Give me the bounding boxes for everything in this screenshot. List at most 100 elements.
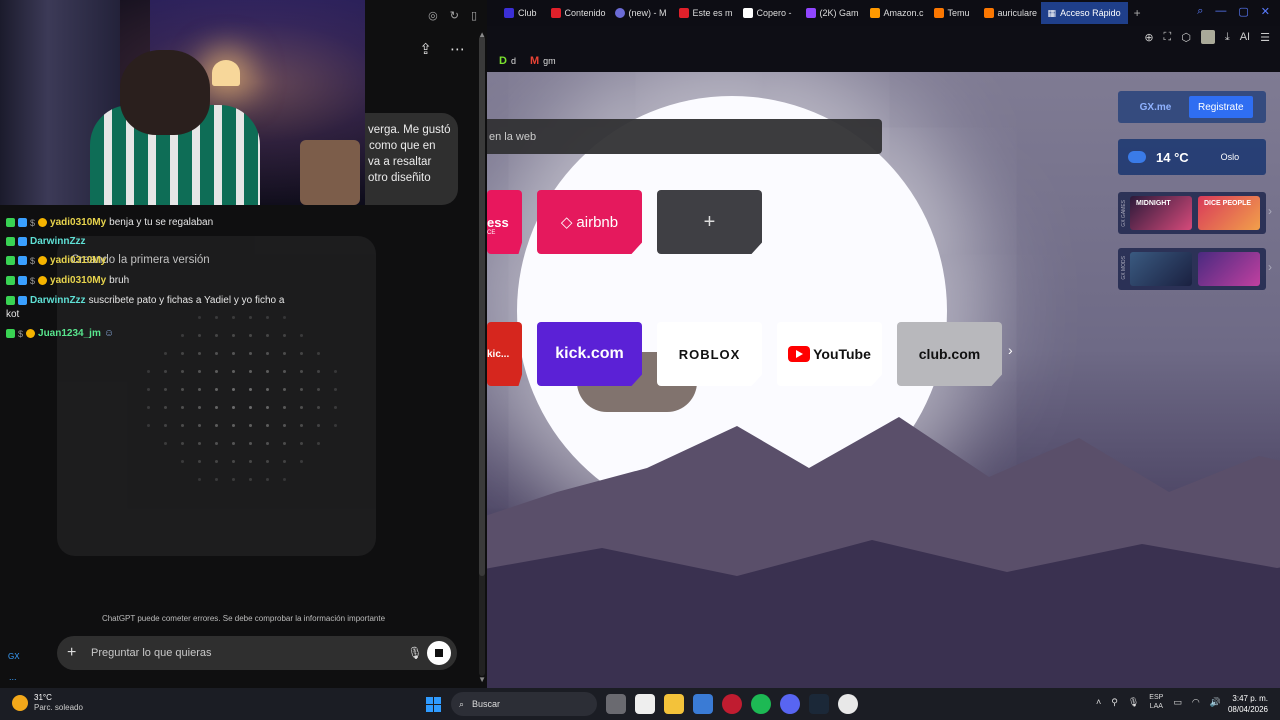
temu-favicon-icon: [983, 8, 994, 18]
speed-dial-roblox[interactable]: ROBLOX: [657, 322, 762, 386]
gx-sidebar-more[interactable]: ...: [9, 672, 17, 682]
speed-dial-youtube[interactable]: YouTube: [777, 322, 882, 386]
windows-start-icon[interactable]: [426, 697, 441, 712]
chat-username: yadi0310My: [50, 255, 107, 266]
network-icon[interactable]: ⚲: [1111, 697, 1118, 708]
tab-label: (2K) Gam: [819, 8, 859, 18]
chatgpt-icon[interactable]: [838, 694, 858, 714]
taskbar-search[interactable]: ⌕ Buscar: [451, 692, 597, 716]
spotify-icon[interactable]: [751, 694, 771, 714]
menu-icon[interactable]: ☰: [1260, 31, 1270, 44]
chevron-up-icon[interactable]: ˄: [1096, 697, 1101, 707]
loading-dot: [334, 424, 337, 427]
taskbar-weather[interactable]: 31°C Parc. soleado: [12, 693, 83, 713]
trash-icon[interactable]: ▯: [471, 9, 477, 22]
language-indicator[interactable]: ESP LAA: [1149, 693, 1163, 711]
scroll-up-icon[interactable]: ▲: [478, 30, 486, 39]
mod-thumbnail[interactable]: [1198, 252, 1260, 286]
tab-club[interactable]: Club: [497, 2, 544, 24]
prompt-composer: + 🎙: [57, 636, 457, 670]
loading-dot: [334, 406, 337, 409]
refresh-icon[interactable]: ↻: [450, 9, 459, 22]
avatar[interactable]: [1200, 30, 1215, 44]
grid-icon: ▦: [1047, 7, 1057, 18]
volume-icon[interactable]: 🔊: [1210, 697, 1221, 708]
bookmark-d[interactable]: Dd: [499, 55, 516, 67]
speed-dial-airbnb[interactable]: ◇ airbnb: [537, 190, 642, 254]
tab-contenido[interactable]: Contenido: [544, 2, 608, 24]
store-icon[interactable]: [693, 694, 713, 714]
taskbar-clock[interactable]: 3:47 p. m. 08/04/2026: [1228, 693, 1268, 715]
tab-copero[interactable]: Copero -: [736, 2, 799, 24]
loading-dot: [283, 334, 286, 337]
gx-mods-widget[interactable]: GX MODS ›: [1118, 248, 1272, 290]
zoom-icon[interactable]: ⊕: [1144, 31, 1153, 44]
display-icon[interactable]: ▭: [1173, 697, 1182, 708]
download-icon[interactable]: ⤓: [1225, 31, 1230, 44]
game-thumbnail[interactable]: MIDNIGHT: [1130, 196, 1192, 230]
minimize-icon[interactable]: —: [1215, 5, 1226, 18]
bookmark-gm[interactable]: Mgm: [530, 55, 556, 67]
maximize-icon[interactable]: ▢: [1238, 5, 1248, 18]
loading-dot: [232, 334, 235, 337]
disclaimer: ChatGPT puede cometer errores. Se debe c…: [101, 614, 386, 623]
tab-acceso-rapido[interactable]: ▦ Acceso Rápido: [1040, 2, 1128, 24]
web-search-input[interactable]: en la web: [487, 119, 882, 154]
mod-thumbnail[interactable]: [1130, 252, 1192, 286]
chevron-right-icon[interactable]: ›: [1268, 260, 1272, 274]
stop-generation-button[interactable]: [427, 641, 451, 665]
file-explorer-icon[interactable]: [664, 694, 684, 714]
search-icon: ⌕: [459, 698, 465, 709]
gx-games-widget[interactable]: GX GAMES MIDNIGHT DICE PEOPLE ›: [1118, 192, 1272, 234]
prompt-input[interactable]: [91, 647, 403, 659]
aria-ai-button[interactable]: AI: [1240, 31, 1250, 43]
bookmark-label: gm: [543, 56, 556, 66]
tab-new-m[interactable]: (new) - M: [608, 2, 672, 24]
youtube-icon: [788, 346, 811, 362]
system-tray: ˄ ⚲ 🎙 ESP LAA ▭ ◠ 🔊: [1096, 693, 1221, 711]
microphone-icon[interactable]: 🎙: [1128, 697, 1139, 708]
tab-2k-game[interactable]: (2K) Gam: [799, 2, 863, 24]
loading-dot: [215, 316, 218, 319]
speed-dial-kic[interactable]: kic...: [487, 322, 522, 386]
game-title: DICE PEOPLE: [1204, 200, 1252, 207]
gx-me-button[interactable]: GX.me: [1128, 102, 1183, 113]
register-button[interactable]: Registrate: [1189, 96, 1253, 118]
weather-widget[interactable]: 14 °C Oslo: [1118, 139, 1266, 175]
new-tab-button[interactable]: +: [1128, 6, 1147, 20]
tab-temu[interactable]: Temu: [927, 2, 977, 24]
scrollbar[interactable]: [479, 36, 485, 676]
game-thumbnail[interactable]: DICE PEOPLE: [1198, 196, 1260, 230]
share-icon[interactable]: ⇪: [419, 40, 432, 58]
task-view-icon[interactable]: [606, 694, 626, 714]
chevron-right-icon[interactable]: ›: [1268, 204, 1272, 218]
snapshot-icon[interactable]: ⛶: [1164, 31, 1172, 44]
speed-dial-kick[interactable]: kick.com: [537, 322, 642, 386]
tab-este-es[interactable]: Este es m: [672, 2, 736, 24]
wifi-icon[interactable]: ◠: [1192, 697, 1200, 708]
next-page-icon[interactable]: ›: [1008, 342, 1013, 358]
add-attachment-button[interactable]: +: [67, 644, 91, 662]
tab-auriculares[interactable]: auriculare: [977, 2, 1041, 24]
scrollbar-thumb[interactable]: [479, 36, 485, 576]
more-options-icon[interactable]: ⋯: [450, 40, 465, 58]
search-icon[interactable]: ⌕: [1197, 5, 1203, 18]
add-speed-dial-button[interactable]: +: [657, 190, 762, 254]
gx-sidebar-label[interactable]: GX: [8, 652, 20, 661]
scroll-down-icon[interactable]: ▼: [478, 675, 486, 684]
tile-label: kick.com: [555, 345, 624, 362]
tab-amazon[interactable]: Amazon.c: [863, 2, 927, 24]
discord-icon[interactable]: [780, 694, 800, 714]
notepad-icon[interactable]: [635, 694, 655, 714]
close-icon[interactable]: ✕: [1261, 5, 1270, 18]
clock-time: 3:47 p. m.: [1232, 694, 1268, 703]
opera-gx-icon[interactable]: [722, 694, 742, 714]
settings-icon[interactable]: ◎: [428, 9, 438, 22]
steam-icon[interactable]: [809, 694, 829, 714]
speed-dial-express[interactable]: ess CE: [487, 190, 522, 254]
tab-label: Club: [518, 8, 537, 18]
microphone-icon[interactable]: 🎙: [403, 646, 427, 660]
loading-dot: [181, 334, 184, 337]
speed-dial-club[interactable]: club.com: [897, 322, 1002, 386]
extensions-icon[interactable]: ⬡: [1181, 31, 1191, 44]
